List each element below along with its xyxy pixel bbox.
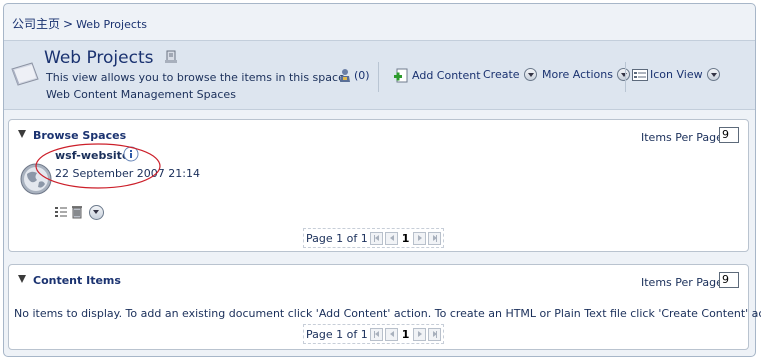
pager-label: Page 1 of 1 bbox=[306, 231, 368, 245]
browse-spaces-pager: Page 1 of 1 1 bbox=[303, 228, 445, 248]
toolbar-divider bbox=[378, 62, 379, 92]
items-per-page-label: Items Per Page bbox=[641, 131, 723, 144]
collapse-triangle-icon[interactable] bbox=[18, 275, 26, 283]
last-page-icon[interactable] bbox=[428, 327, 442, 341]
content-items-title: Content Items bbox=[33, 274, 121, 287]
page-subtitle: Web Content Management Spaces bbox=[46, 88, 236, 101]
page-description: This view allows you to browse the items… bbox=[46, 71, 349, 84]
toolbar-divider bbox=[625, 62, 626, 92]
breadcrumb-home-link[interactable]: 公司主页 bbox=[12, 17, 60, 31]
items-per-page-input[interactable]: 9 bbox=[719, 127, 739, 143]
space-actions-dropdown-icon[interactable] bbox=[89, 205, 104, 220]
space-icon bbox=[11, 62, 39, 86]
highlight-ring bbox=[35, 143, 161, 189]
view-icon bbox=[632, 68, 648, 81]
content-items-pager: Page 1 of 1 1 bbox=[303, 324, 445, 344]
first-page-icon[interactable] bbox=[369, 231, 383, 245]
people-count-label: (0) bbox=[354, 69, 370, 82]
current-page-number[interactable]: 1 bbox=[400, 328, 412, 341]
view-label: Icon View bbox=[650, 68, 703, 81]
breadcrumb: 公司主页 > Web Projects bbox=[12, 15, 147, 32]
add-content-label: Add Content bbox=[412, 69, 481, 82]
previous-page-icon[interactable] bbox=[384, 327, 398, 341]
current-page-number[interactable]: 1 bbox=[400, 232, 412, 245]
items-per-page-input[interactable]: 9 bbox=[719, 272, 739, 288]
content-items-panel: Content Items Items Per Page 9 No items … bbox=[8, 264, 761, 350]
delete-icon[interactable] bbox=[70, 204, 84, 219]
more-actions-label: More Actions bbox=[542, 68, 613, 81]
details-icon[interactable] bbox=[54, 205, 68, 219]
page-title: Web Projects bbox=[44, 48, 154, 68]
pager-label: Page 1 of 1 bbox=[306, 327, 368, 341]
more-actions-dropdown-icon[interactable] bbox=[616, 68, 630, 81]
collapse-triangle-icon[interactable] bbox=[18, 130, 26, 138]
last-page-icon[interactable] bbox=[428, 231, 442, 245]
first-page-icon[interactable] bbox=[369, 327, 383, 341]
create-label: Create bbox=[483, 68, 520, 81]
items-per-page-label: Items Per Page bbox=[641, 276, 723, 289]
previous-page-icon[interactable] bbox=[384, 231, 398, 245]
add-content-button[interactable]: Add Content bbox=[394, 68, 481, 83]
people-icon bbox=[340, 69, 350, 82]
breadcrumb-current[interactable]: Web Projects bbox=[76, 18, 147, 31]
next-page-icon[interactable] bbox=[413, 327, 427, 341]
next-page-icon[interactable] bbox=[413, 231, 427, 245]
more-actions-menu[interactable]: More Actions bbox=[542, 68, 630, 81]
create-dropdown-icon[interactable] bbox=[523, 68, 537, 81]
view-menu[interactable]: Icon View bbox=[632, 68, 720, 81]
people-count[interactable]: (0) bbox=[338, 68, 370, 83]
breadcrumb-separator: > bbox=[63, 17, 74, 31]
properties-icon[interactable] bbox=[164, 50, 178, 64]
create-menu[interactable]: Create bbox=[483, 68, 537, 81]
browse-spaces-panel: Browse Spaces Items Per Page 9 wsf-websi… bbox=[8, 119, 749, 252]
empty-message: No items to display. To add an existing … bbox=[14, 307, 761, 320]
add-content-icon bbox=[394, 68, 408, 83]
view-dropdown-icon[interactable] bbox=[706, 68, 720, 81]
